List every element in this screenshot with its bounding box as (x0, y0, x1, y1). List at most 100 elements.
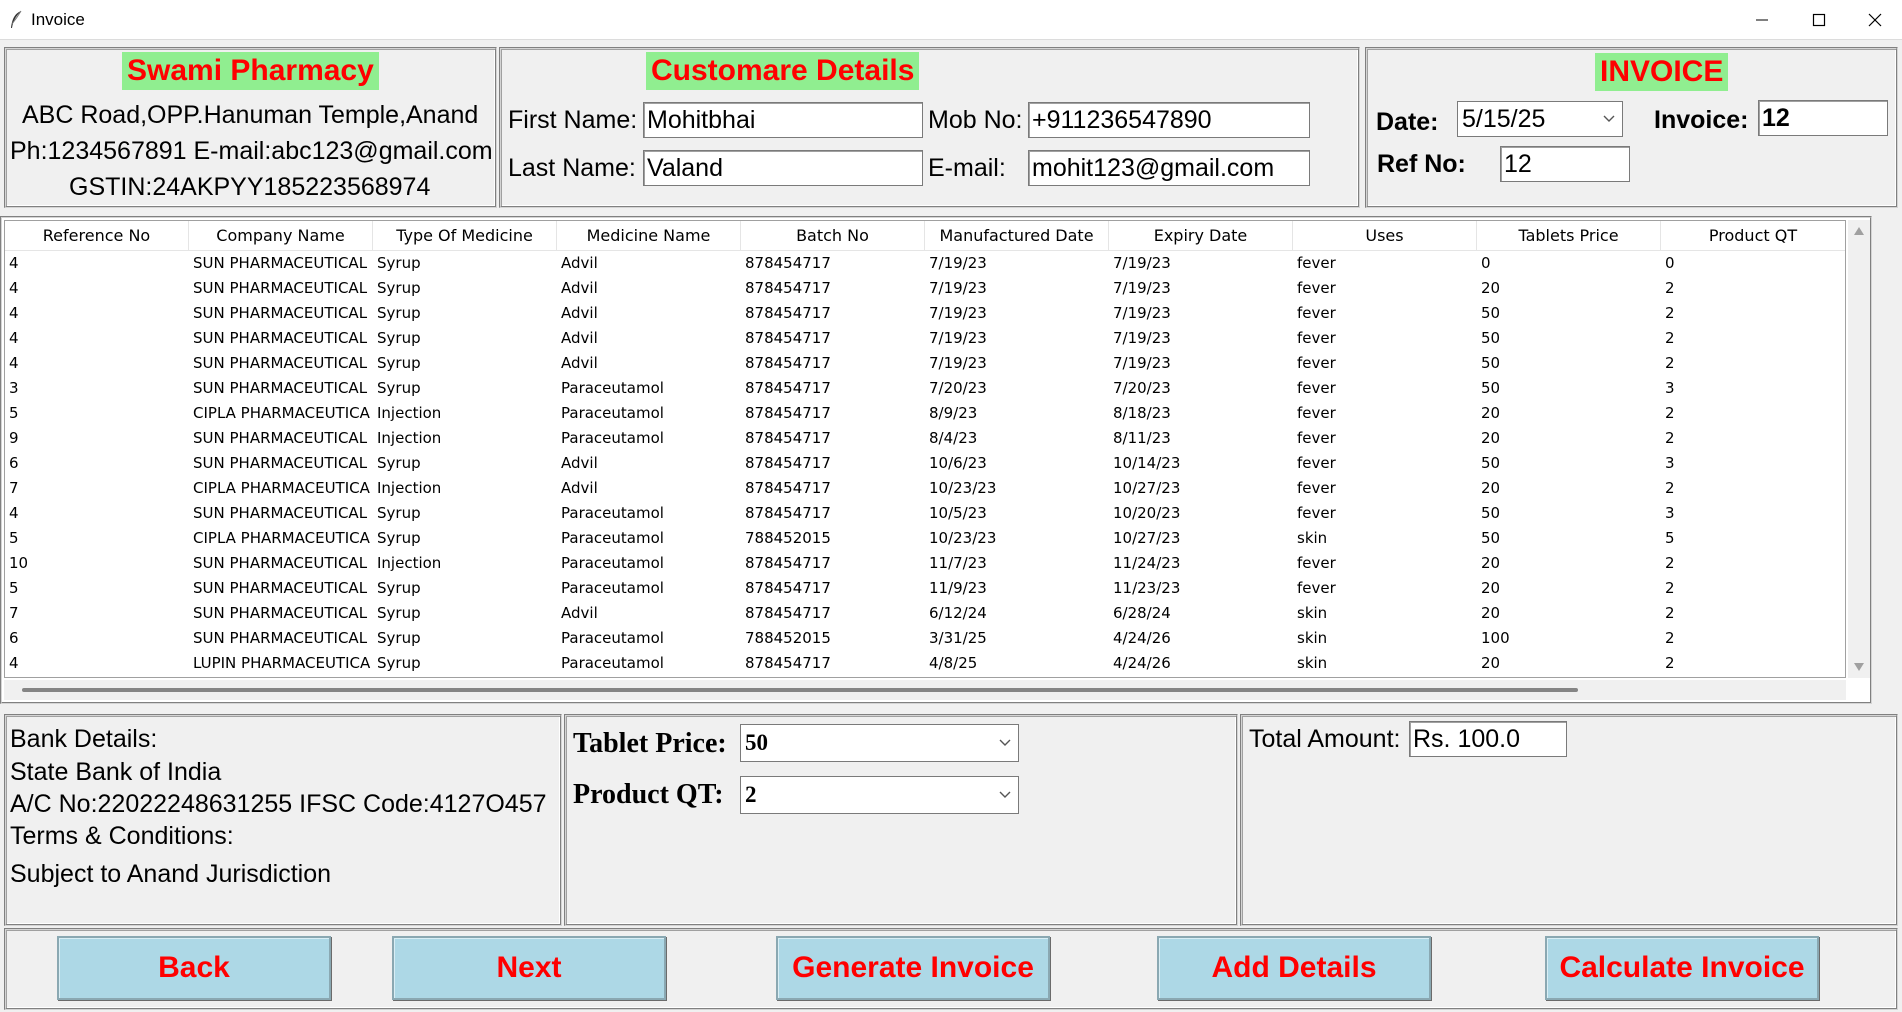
table-cell: SUN PHARMACEUTICAL (193, 604, 368, 622)
table-cell: 5 (9, 529, 19, 547)
vertical-scrollbar[interactable] (1848, 220, 1870, 678)
table-cell: 7/19/23 (1113, 254, 1171, 272)
table-row[interactable]: 6 SUN PHARMACEUTICAL Syrup Advil 878454717 10… (5, 451, 1845, 476)
last-name-field[interactable]: Valand (643, 150, 923, 186)
table-row[interactable]: 4 SUN PHARMACEUTICAL Syrup Advil 878454717 7/… (5, 251, 1845, 276)
invoice-panel: INVOICE Date: 5/15/25 Invoice: 12 Ref No… (1365, 47, 1898, 208)
column-header[interactable]: Expiry Date (1109, 221, 1293, 250)
table-cell: SUN PHARMACEUTICAL (193, 329, 368, 347)
next-button[interactable]: Next (392, 936, 666, 1000)
first-name-label: First Name: (508, 106, 638, 134)
table-cell: 7/19/23 (929, 254, 987, 272)
table-cell: skin (1297, 629, 1328, 647)
scroll-up-icon[interactable] (1853, 226, 1865, 236)
table-cell: 3 (1665, 379, 1675, 397)
table-cell: 10/5/23 (929, 504, 987, 522)
product-qt-combobox[interactable]: 2 (740, 776, 1019, 814)
table-row[interactable]: 6 SUN PHARMACEUTICAL Syrup Paraceutamol 7884… (5, 626, 1845, 651)
column-header[interactable]: Tablets Price (1477, 221, 1661, 250)
table-cell: 2 (1665, 604, 1675, 622)
column-header[interactable]: Uses (1293, 221, 1477, 250)
table-row[interactable]: 5 SUN PHARMACEUTICAL Syrup Paraceutamol 8784… (5, 576, 1845, 601)
calculate-invoice-button[interactable]: Calculate Invoice (1545, 936, 1819, 1000)
mob-no-field[interactable]: +911236547890 (1028, 102, 1310, 138)
tablet-price-combobox[interactable]: 50 (740, 724, 1019, 762)
table-cell: fever (1297, 504, 1336, 522)
table-row[interactable]: 4 LUPIN PHARMACEUTICA Syrup Paraceutamol 878… (5, 651, 1845, 676)
table-cell: Syrup (377, 579, 421, 597)
table-body: 4 SUN PHARMACEUTICAL Syrup Advil 878454717 7/… (5, 251, 1845, 676)
horizontal-scrollbar[interactable] (4, 680, 1846, 700)
table-cell: SUN PHARMACEUTICAL (193, 554, 368, 572)
table-cell: SUN PHARMACEUTICAL (193, 429, 368, 447)
minimize-button[interactable] (1733, 0, 1791, 40)
table-cell: Paraceutamol (561, 579, 664, 597)
invoice-label: Invoice: (1654, 106, 1749, 134)
table-row[interactable]: 4 SUN PHARMACEUTICAL Syrup Advil 878454717 7/… (5, 326, 1845, 351)
table-row[interactable]: 5 CIPLA PHARMACEUTICA Injection Paraceutamo… (5, 401, 1845, 426)
table-row[interactable]: 5 CIPLA PHARMACEUTICA Syrup Paraceutamol 788… (5, 526, 1845, 551)
table-row[interactable]: 4 SUN PHARMACEUTICAL Syrup Paraceutamol 8784… (5, 501, 1845, 526)
table-cell: 20 (1481, 404, 1501, 422)
table-cell: 878454717 (745, 454, 831, 472)
column-header[interactable]: Medicine Name (557, 221, 741, 250)
table-cell: fever (1297, 329, 1336, 347)
table-row[interactable]: 4 SUN PHARMACEUTICAL Syrup Advil 878454717 7/… (5, 301, 1845, 326)
table-row[interactable]: 3 SUN PHARMACEUTICAL Syrup Paraceutamol 8784… (5, 376, 1845, 401)
table-cell: CIPLA PHARMACEUTICA (193, 529, 370, 547)
table-cell: SUN PHARMACEUTICAL (193, 279, 368, 297)
total-amount-label: Total Amount: (1249, 725, 1401, 753)
column-header[interactable]: Product QT (1661, 221, 1845, 250)
table-row[interactable]: 10 SUN PHARMACEUTICAL Injection Paraceutamo… (5, 551, 1845, 576)
close-icon (1868, 13, 1882, 27)
column-header[interactable]: Company Name (189, 221, 373, 250)
maximize-button[interactable] (1790, 0, 1848, 40)
table-cell: Paraceutamol (561, 554, 664, 572)
column-header[interactable]: Batch No (741, 221, 925, 250)
table-cell: 5 (1665, 529, 1675, 547)
table-cell: 2 (1665, 629, 1675, 647)
table-cell: 50 (1481, 504, 1501, 522)
first-name-field[interactable]: Mohitbhai (643, 102, 923, 138)
date-combobox[interactable]: 5/15/25 (1457, 101, 1623, 137)
table-row[interactable]: 4 SUN PHARMACEUTICAL Syrup Advil 878454717 7/… (5, 351, 1845, 376)
invoice-no-value: 12 (1762, 104, 1790, 132)
table-cell: 50 (1481, 529, 1501, 547)
table-cell: skin (1297, 604, 1328, 622)
column-header[interactable]: Manufactured Date (925, 221, 1109, 250)
add-details-button[interactable]: Add Details (1157, 936, 1431, 1000)
invoice-no-field[interactable]: 12 (1758, 100, 1888, 136)
column-header[interactable]: Type Of Medicine (373, 221, 557, 250)
table-row[interactable]: 4 SUN PHARMACEUTICAL Syrup Advil 878454717 7/… (5, 276, 1845, 301)
table-cell: 5 (9, 579, 19, 597)
table-cell: Advil (561, 329, 598, 347)
table-row[interactable]: 7 SUN PHARMACEUTICAL Syrup Advil 878454717 6/… (5, 601, 1845, 626)
pharmacy-panel: Swami Pharmacy ABC Road,OPP.Hanuman Temp… (4, 47, 497, 208)
generate-invoice-button[interactable]: Generate Invoice (776, 936, 1050, 1000)
product-qt-value: 2 (745, 782, 757, 807)
back-button[interactable]: Back (57, 936, 331, 1000)
table-cell: Paraceutamol (561, 504, 664, 522)
table-cell: 10/23/23 (929, 479, 997, 497)
table-cell: 50 (1481, 329, 1501, 347)
table-cell: Syrup (377, 629, 421, 647)
scroll-down-icon[interactable] (1853, 662, 1865, 672)
title-bar: Invoice (0, 0, 1902, 40)
email-field[interactable]: mohit123@gmail.com (1028, 150, 1310, 186)
table-cell: 10/27/23 (1113, 479, 1181, 497)
table-cell: SUN PHARMACEUTICAL (193, 579, 368, 597)
table-cell: 7/19/23 (929, 304, 987, 322)
column-header[interactable]: Reference No (5, 221, 189, 250)
table-cell: Syrup (377, 379, 421, 397)
table-cell: Syrup (377, 529, 421, 547)
close-button[interactable] (1846, 0, 1902, 40)
table-row[interactable]: 7 CIPLA PHARMACEUTICA Injection Advil 878454… (5, 476, 1845, 501)
total-amount-field[interactable]: Rs. 100.0 (1409, 721, 1567, 757)
table-cell: 7/19/23 (929, 354, 987, 372)
table-cell: SUN PHARMACEUTICAL (193, 629, 368, 647)
ref-no-field[interactable]: 12 (1500, 146, 1630, 182)
table-cell: fever (1297, 254, 1336, 272)
table-row[interactable]: 9 SUN PHARMACEUTICAL Injection Paraceutamol… (5, 426, 1845, 451)
table-cell: 11/7/23 (929, 554, 987, 572)
horizontal-scroll-thumb[interactable] (22, 688, 1578, 692)
